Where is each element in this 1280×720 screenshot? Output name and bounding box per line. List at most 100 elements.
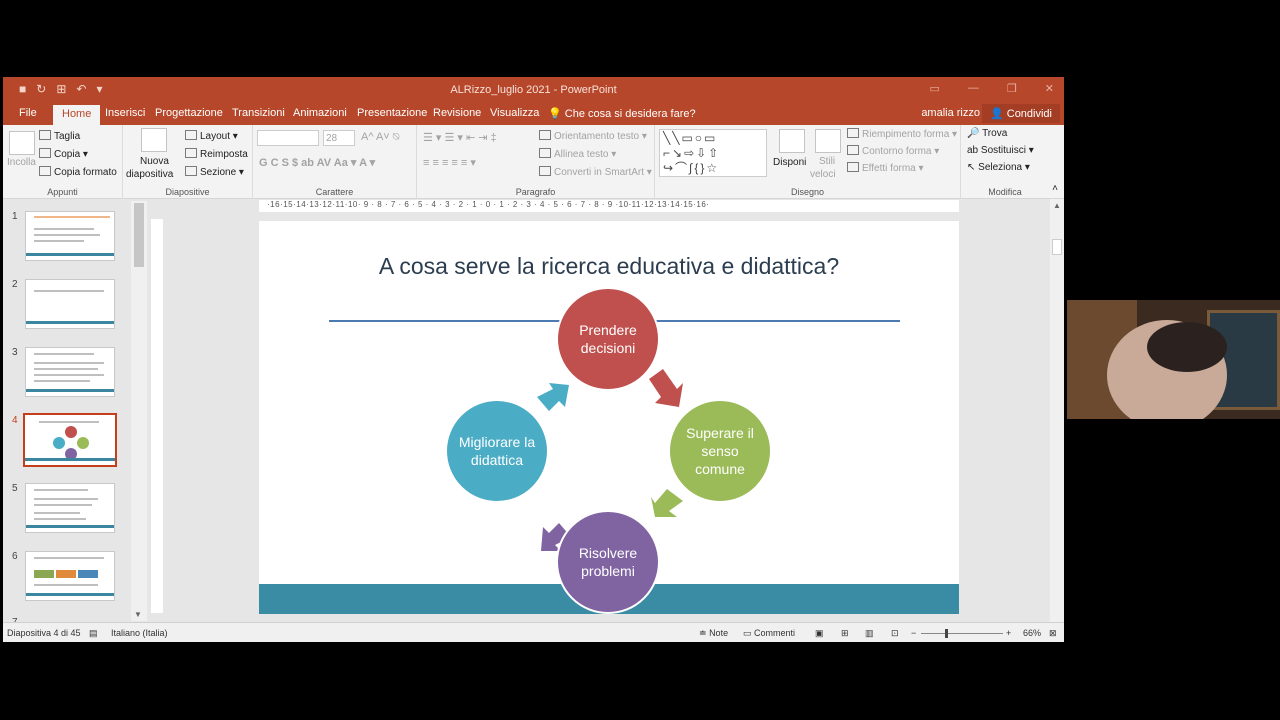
close-icon[interactable]: ✕	[1045, 82, 1054, 95]
slide-scrollbar[interactable]: ▲	[1050, 199, 1064, 622]
new-slide-label-2[interactable]: diapositiva	[126, 169, 173, 180]
tab-transitions[interactable]: Transizioni	[232, 107, 285, 119]
notes-button[interactable]: ≐ Note	[699, 628, 728, 639]
cut-button[interactable]: Taglia	[39, 130, 80, 142]
comments-button[interactable]: ▭ Commenti	[743, 628, 795, 639]
tab-review[interactable]: Revisione	[433, 107, 481, 119]
quick-styles-icon[interactable]	[815, 129, 841, 153]
zoom-in-icon[interactable]: +	[1006, 628, 1011, 638]
shape-outline-button[interactable]: Contorno forma ▾	[847, 145, 939, 157]
cycle-node-solve[interactable]: Risolvere problemi	[556, 510, 660, 614]
lightbulb-icon: 💡	[548, 108, 562, 120]
cycle-node-improve[interactable]: Migliorare la didattica	[445, 399, 549, 503]
group-label-drawing: Disegno	[790, 187, 825, 197]
webcam-video-overlay	[1067, 300, 1280, 419]
align-text-button[interactable]: Allinea testo ▾	[539, 148, 616, 160]
slide-thumbnail-4[interactable]: 4	[3, 413, 133, 467]
tab-insert[interactable]: Inserisci	[105, 107, 145, 119]
align-icons[interactable]: ≡ ≡ ≡ ≡ ≡ ▾	[423, 156, 476, 169]
paste-button[interactable]: Incolla	[7, 157, 36, 168]
zoom-out-icon[interactable]: −	[911, 628, 916, 638]
zoom-level[interactable]: 66%	[1023, 628, 1041, 638]
slide-thumbnail-5[interactable]: 5	[3, 483, 133, 535]
zoom-slider[interactable]	[921, 633, 1003, 634]
title-bar: ■ ↻ ⊞ ↶ ▾ ALRizzo_luglio 2021 - PowerPoi…	[3, 77, 1064, 103]
ribbon-display-icon[interactable]: ▭	[930, 82, 940, 95]
group-label-paragraph: Paragrafo	[515, 187, 556, 197]
slideshow-view-icon[interactable]: ⊡	[891, 628, 899, 639]
thumbnail-pane: 1 2 3 4 5 6 7	[3, 199, 149, 623]
slide-sorter-icon[interactable]: ⊞	[841, 628, 849, 639]
shape-fill-button[interactable]: Riempimento forma ▾	[847, 128, 957, 140]
font-size-box[interactable]: 28	[323, 130, 355, 146]
font-format-icons[interactable]: G C S $ ab AV Aa ▾ A ▾	[259, 156, 375, 169]
tab-animations[interactable]: Animazioni	[293, 107, 347, 119]
arrange-icon[interactable]	[779, 129, 805, 153]
grow-shrink-font-icon[interactable]: A^ A˅ ⍉	[361, 131, 399, 144]
quick-styles-label-2[interactable]: veloci	[810, 169, 836, 180]
slide-thumbnail-3[interactable]: 3	[3, 347, 133, 399]
text-direction-button[interactable]: Orientamento testo ▾	[539, 130, 647, 142]
tab-slideshow[interactable]: Presentazione	[357, 107, 427, 119]
layout-button[interactable]: Layout ▾	[185, 130, 238, 142]
cycle-node-decide[interactable]: Prendere decisioni	[556, 287, 660, 391]
reset-button[interactable]: Reimposta	[185, 148, 248, 160]
arrow-up-right	[537, 383, 569, 411]
group-clipboard: Incolla Taglia Copia ▾ Copia formato App…	[3, 125, 123, 199]
paste-icon[interactable]	[9, 131, 35, 155]
list-indent-icons[interactable]: ☰ ▾ ☰ ▾ ⇤ ⇥ ‡	[423, 131, 497, 144]
scroll-thumb[interactable]	[134, 203, 144, 267]
new-slide-icon[interactable]	[141, 128, 167, 152]
replace-button[interactable]: ab Sostituisci ▾	[967, 145, 1034, 156]
thumbnail-image	[25, 483, 115, 533]
arrow-down-left	[651, 489, 683, 517]
zoom-slider-thumb[interactable]	[945, 629, 948, 638]
scroll-down-icon[interactable]: ▼	[134, 610, 142, 619]
group-editing: 🔎 Trova ab Sostituisci ▾ ↖ Seleziona ▾ M…	[961, 125, 1049, 199]
format-painter-button[interactable]: Copia formato	[39, 166, 117, 178]
minimize-icon[interactable]: —	[968, 82, 979, 95]
scroll-up-icon[interactable]: ▲	[1053, 201, 1061, 210]
font-name-box[interactable]	[257, 130, 319, 146]
language-status[interactable]: Italiano (Italia)	[111, 628, 168, 638]
fit-slide-icon[interactable]: ⊠	[1049, 628, 1057, 639]
slide-thumbnail-6[interactable]: 6	[3, 551, 133, 603]
tab-file[interactable]: File	[19, 107, 37, 119]
copy-icon	[39, 148, 51, 158]
quick-styles-label-1[interactable]: Stili	[819, 156, 835, 167]
tell-me-box[interactable]: 💡 Che cosa si desidera fare?	[548, 107, 696, 120]
smartart-button[interactable]: Converti in SmartArt ▾	[539, 166, 652, 178]
slide-canvas[interactable]: A cosa serve la ricerca educativa e dida…	[259, 221, 959, 614]
section-button[interactable]: Sezione ▾	[185, 166, 244, 178]
select-button[interactable]: ↖ Seleziona ▾	[967, 162, 1030, 173]
shape-effects-button[interactable]: Effetti forma ▾	[847, 162, 924, 174]
text-direction-icon	[539, 130, 551, 140]
collapse-ribbon-icon[interactable]: ˄	[1052, 183, 1058, 194]
thumbnail-image	[23, 413, 117, 467]
spellcheck-icon[interactable]: ▤	[89, 628, 98, 639]
cycle-node-common-sense[interactable]: Superare il senso comune	[668, 399, 772, 503]
arrange-button[interactable]: Disponi	[773, 157, 806, 168]
tab-design[interactable]: Progettazione	[155, 107, 223, 119]
slide-thumbnail-2[interactable]: 2	[3, 279, 133, 331]
copy-button[interactable]: Copia ▾	[39, 148, 88, 160]
shapes-gallery[interactable]: ╲╲▭○▭ ⌐↘⇨⇩⇧ ↪⌒∫{}☆	[659, 129, 767, 177]
user-name[interactable]: amalia rizzo	[921, 107, 980, 119]
reading-view-icon[interactable]: ▥	[865, 628, 874, 639]
find-button[interactable]: 🔎 Trova	[967, 128, 1007, 139]
tab-home[interactable]: Home	[53, 105, 101, 125]
maximize-icon[interactable]: ❐	[1007, 82, 1017, 95]
share-button[interactable]: 👤 Condividi	[981, 104, 1060, 123]
new-slide-label-1[interactable]: Nuova	[140, 156, 169, 167]
normal-view-icon[interactable]: ▣	[815, 628, 824, 639]
powerpoint-window: ■ ↻ ⊞ ↶ ▾ ALRizzo_luglio 2021 - PowerPoi…	[3, 77, 1064, 642]
tab-view[interactable]: Visualizza	[490, 107, 539, 119]
search-icon: 🔎	[967, 128, 980, 139]
brush-icon	[39, 166, 51, 176]
slide-thumbnail-1[interactable]: 1	[3, 211, 133, 263]
scroll-thumb[interactable]	[1052, 239, 1062, 255]
ribbon-tabs: File Home Inserisci Progettazione Transi…	[3, 103, 1064, 125]
section-icon	[185, 166, 197, 176]
thumbnail-scrollbar[interactable]: ▼	[131, 201, 147, 621]
group-label-clipboard: Appunti	[47, 187, 78, 197]
